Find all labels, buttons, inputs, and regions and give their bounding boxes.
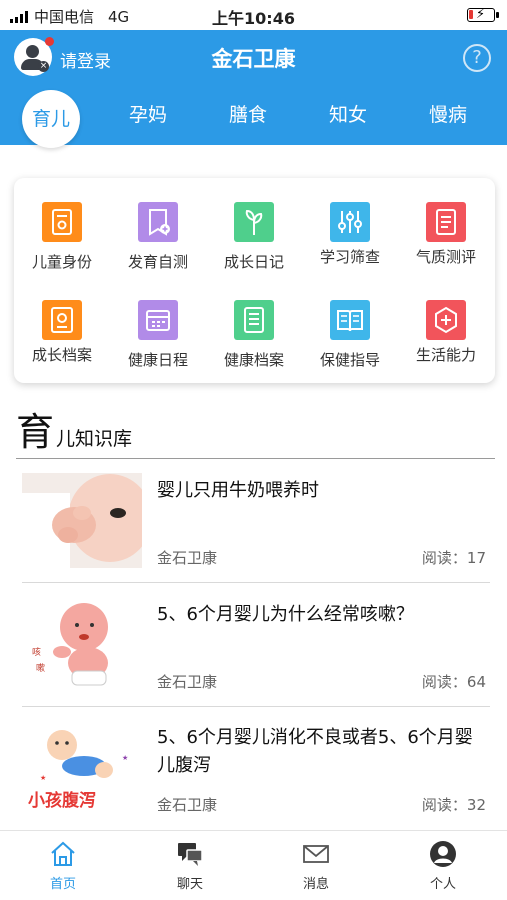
battery-icon: ⚡ xyxy=(467,7,499,22)
article-source: 金石卫康 xyxy=(157,549,218,567)
nav-home[interactable]: 首页 xyxy=(13,839,113,892)
tab-pregnancy[interactable]: 孕妈 xyxy=(108,100,188,127)
feature-label: 健康档案 xyxy=(223,351,284,369)
file-icon xyxy=(234,300,274,340)
section-title-first-char: 育 xyxy=(16,410,55,454)
svg-text:★: ★ xyxy=(40,774,46,782)
article-item[interactable]: 婴儿只用牛奶喂养时 金石卫康 阅读：17 xyxy=(22,473,490,593)
feature-grid: 儿童身份 发育自测 成长日记 学习筛查 气质测评 成长档案 健康日程 健康档案 … xyxy=(14,178,495,383)
nav-label: 消息 xyxy=(302,877,329,892)
feature-child-id[interactable]: 儿童身份 xyxy=(14,202,110,282)
article-title: 婴儿只用牛奶喂养时 xyxy=(157,480,319,501)
feature-label: 保健指导 xyxy=(319,351,380,369)
article-read-count: 阅读：32 xyxy=(421,796,486,814)
tab-chronic-disease[interactable]: 慢病 xyxy=(408,100,488,127)
feature-label: 学习筛查 xyxy=(319,248,380,266)
tab-women[interactable]: 知女 xyxy=(308,100,388,127)
development-test-icon xyxy=(138,202,178,242)
feature-growth-archive[interactable]: 成长档案 xyxy=(14,300,110,380)
status-time: 上午10:46 xyxy=(212,9,295,28)
article-thumbnail-diarrhea-cartoon: ★ ★ 小孩腹泻 xyxy=(22,720,142,815)
tab-diet[interactable]: 膳食 xyxy=(208,100,288,127)
feature-health-archive[interactable]: 健康档案 xyxy=(206,300,302,380)
calendar-icon xyxy=(138,300,178,340)
nav-label: 个人 xyxy=(429,877,456,892)
help-icon[interactable]: ? xyxy=(463,44,491,72)
article-item[interactable]: 咳 嗽 5、6个月婴儿为什么经常咳嗽？ 金石卫康 阅读：64 xyxy=(22,597,490,717)
svg-text:★: ★ xyxy=(122,754,128,762)
bottom-navigation: 首页 聊天 消息 个人 xyxy=(0,830,507,900)
sliders-icon xyxy=(330,202,370,242)
person-icon xyxy=(430,841,456,867)
feature-label: 成长档案 xyxy=(31,346,92,364)
article-read-count: 阅读：64 xyxy=(421,673,486,691)
list-divider xyxy=(22,582,490,583)
feature-label: 儿童身份 xyxy=(31,253,92,271)
feature-label: 成长日记 xyxy=(223,253,284,271)
home-icon xyxy=(51,841,75,866)
sprout-icon xyxy=(234,202,274,242)
app-title: 金石卫康 xyxy=(211,47,296,71)
status-bar: 中国电信 4G 上午10:46 ⚡ xyxy=(0,0,507,30)
certificate-icon xyxy=(42,300,82,340)
section-title: 育 儿知识库 xyxy=(16,412,132,452)
article-item[interactable]: ★ ★ 小孩腹泻 5、6个月婴儿消化不良或者5、6个月婴儿腹泻 金石卫康 阅读：… xyxy=(22,720,490,840)
feature-life-skills[interactable]: 生活能力 xyxy=(398,300,494,380)
child-id-icon xyxy=(42,202,82,242)
category-tabs: 育儿 孕妈 膳食 知女 慢病 xyxy=(0,90,507,148)
section-title-rest: 儿知识库 xyxy=(56,428,133,450)
thumbnail-caption: 小孩腹泻 xyxy=(28,790,96,811)
svg-text:嗽: 嗽 xyxy=(36,663,45,674)
article-source: 金石卫康 xyxy=(157,673,218,691)
article-read-count: 阅读：17 xyxy=(421,549,486,567)
nav-profile[interactable]: 个人 xyxy=(393,839,493,892)
feature-label: 健康日程 xyxy=(127,351,188,369)
feature-label: 发育自测 xyxy=(127,253,188,271)
nav-label: 聊天 xyxy=(176,877,203,892)
checklist-icon xyxy=(426,202,466,242)
article-source: 金石卫康 xyxy=(157,796,218,814)
section-divider xyxy=(16,458,495,459)
hexagon-icon xyxy=(426,300,466,340)
book-icon xyxy=(330,300,370,340)
nav-messages[interactable]: 消息 xyxy=(266,839,366,892)
article-title: 5、6个月婴儿为什么经常咳嗽？ xyxy=(157,604,414,625)
feature-growth-diary[interactable]: 成长日记 xyxy=(206,202,302,282)
feature-health-schedule[interactable]: 健康日程 xyxy=(110,300,206,380)
app-header: × 请登录 金石卫康 ? 育儿 孕妈 膳食 知女 慢病 xyxy=(0,30,507,148)
feature-development-test[interactable]: 发育自测 xyxy=(110,202,206,282)
feature-label: 生活能力 xyxy=(415,346,476,364)
list-divider xyxy=(22,706,490,707)
article-title: 5、6个月婴儿消化不良或者5、6个月婴儿腹泻 xyxy=(157,727,473,776)
svg-text:咳: 咳 xyxy=(32,646,41,658)
nav-chat[interactable]: 聊天 xyxy=(140,839,240,892)
feature-care-guidance[interactable]: 保健指导 xyxy=(302,300,398,380)
chat-icon xyxy=(178,843,203,866)
mail-icon xyxy=(303,845,329,863)
feature-temperament[interactable]: 气质测评 xyxy=(398,202,494,282)
feature-label: 气质测评 xyxy=(415,248,476,266)
nav-label: 首页 xyxy=(49,877,76,892)
article-thumbnail-coughing-baby: 咳 嗽 xyxy=(22,597,142,692)
article-thumbnail-baby-drinking xyxy=(22,473,142,568)
feature-learning-screening[interactable]: 学习筛查 xyxy=(302,202,398,282)
tab-parenting[interactable]: 育儿 xyxy=(22,90,80,148)
